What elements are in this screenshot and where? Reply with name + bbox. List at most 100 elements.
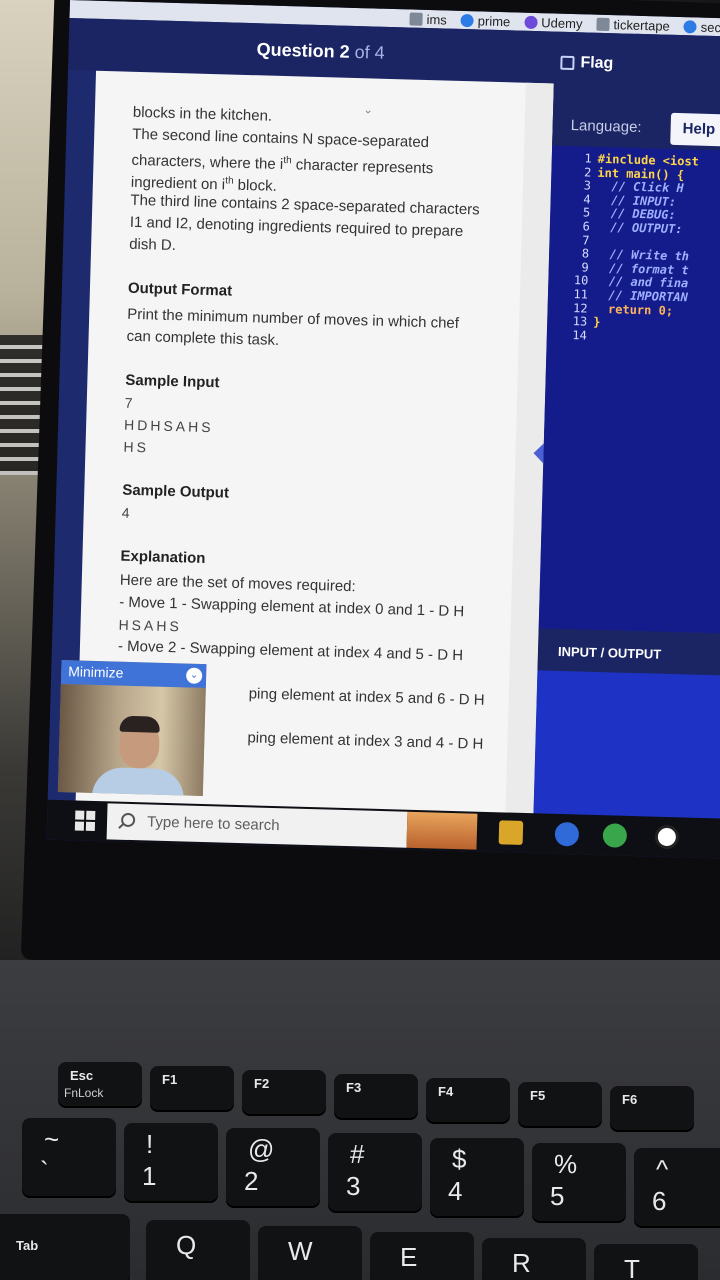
key-t[interactable]: T (594, 1244, 698, 1280)
chrome-icon[interactable] (602, 823, 628, 848)
key-tab[interactable]: Tab (0, 1214, 130, 1280)
key-5[interactable]: % 5 (532, 1143, 626, 1223)
collapse-panel-arrow-icon[interactable] (533, 443, 544, 464)
key-label: F3 (346, 1080, 362, 1095)
app-icon[interactable] (554, 821, 580, 847)
key-2[interactable]: @2 (226, 1128, 320, 1208)
bookmark-udemy[interactable]: Udemy (524, 14, 583, 31)
key-f3[interactable]: F3 (334, 1074, 418, 1120)
bookmark-second[interactable]: second (683, 19, 720, 35)
flag-checkbox[interactable] (560, 55, 575, 71)
key-f6[interactable]: F6 (610, 1086, 694, 1132)
explanation-move: ping element at index 5 and 6 - D H (248, 685, 485, 709)
line-number: 2 (583, 165, 592, 180)
sample-output-heading: Sample Output (122, 481, 230, 502)
key-label: W (288, 1236, 313, 1266)
line-number: 1 (584, 151, 592, 166)
key-shift-label: ! (146, 1129, 154, 1159)
line-number: 3 (583, 178, 592, 193)
key-label: 3 (346, 1171, 361, 1201)
key-`[interactable]: ~ ` (22, 1118, 116, 1198)
browser-icon[interactable] (654, 824, 680, 850)
sample-input-line: HDHSAHS (123, 416, 214, 436)
key-label: Esc (70, 1068, 94, 1083)
sample-input-line: HS (123, 438, 150, 456)
search-icon (120, 812, 136, 828)
key-f2[interactable]: F2 (242, 1070, 326, 1116)
explanation-move: ping element at index 3 and 4 - D H (247, 729, 484, 753)
line-number: 8 (581, 246, 590, 261)
input-output-label: INPUT / OUTPUT (557, 643, 662, 662)
sample-input-heading: Sample Input (125, 371, 220, 392)
key-label: 2 (244, 1166, 259, 1196)
line-number: 4 (583, 192, 591, 207)
key-label: F4 (438, 1084, 454, 1099)
windows-start-icon[interactable] (74, 810, 96, 832)
key-esc[interactable]: Esc FnLock (58, 1062, 142, 1108)
key-q[interactable]: Q (146, 1220, 250, 1280)
prime-icon (460, 13, 474, 27)
webcam-video (57, 684, 206, 797)
key-shift-label: % (554, 1149, 578, 1179)
key-label: ` (40, 1156, 49, 1186)
bookmark-icon (683, 19, 697, 34)
line-number: 11 (573, 287, 589, 302)
flag-button[interactable]: Flag (560, 54, 614, 73)
key-f5[interactable]: F5 (518, 1082, 602, 1128)
line-number: 12 (572, 300, 588, 316)
key-shift-label: ^ (656, 1154, 669, 1184)
line-number: 7 (582, 232, 590, 248)
webcam-preview[interactable]: Minimize ⌄ (57, 660, 207, 797)
key-4[interactable]: $4 (430, 1138, 524, 1218)
bookmark-prime[interactable]: prime (460, 12, 511, 29)
key-r[interactable]: R (482, 1238, 586, 1280)
key-shift-label: @ (248, 1134, 275, 1164)
line-number: 6 (582, 219, 591, 234)
key-label: 5 (550, 1181, 565, 1211)
person-hair (119, 715, 161, 733)
key-3[interactable]: #3 (328, 1133, 422, 1213)
key-label: T (624, 1254, 640, 1280)
key-label: Q (176, 1230, 197, 1260)
key-w[interactable]: W (258, 1226, 362, 1280)
key-label: F5 (530, 1088, 546, 1103)
bookmark-ims[interactable]: ims (409, 11, 447, 27)
code-area[interactable]: #include <iost int main() { // Click H //… (593, 152, 720, 347)
search-highlight-image (406, 811, 478, 850)
key-shift-label: # (350, 1139, 365, 1169)
file-explorer-icon[interactable] (498, 820, 524, 845)
chevron-down-icon[interactable]: ⌄ (185, 667, 203, 684)
line-number: 14 (572, 327, 588, 343)
line-number: 9 (581, 260, 589, 275)
photo-stage: ims prime Udemy tickertape second Questi… (0, 0, 720, 1280)
editor-toolbar: Language: Help (552, 83, 720, 151)
line-number: 10 (573, 273, 589, 288)
bookmark-tickertape[interactable]: tickertape (596, 16, 670, 33)
key-label: F1 (162, 1072, 178, 1087)
line-number: 13 (572, 314, 588, 329)
key-6[interactable]: ^ 6 (634, 1148, 720, 1228)
explanation-heading: Explanation (120, 547, 206, 567)
explanation-move: HSAHS (118, 616, 183, 635)
help-button[interactable]: Help (670, 112, 720, 148)
udemy-icon (524, 15, 538, 29)
line-number: 5 (582, 205, 591, 220)
key-label: R (512, 1248, 531, 1278)
key-shift-label: ~ (44, 1124, 60, 1154)
key-label: 4 (448, 1176, 463, 1206)
key-label: F6 (622, 1092, 638, 1107)
taskbar-search-box[interactable]: Type here to search (106, 803, 408, 848)
key-f4[interactable]: F4 (426, 1078, 510, 1124)
key-e[interactable]: E (370, 1232, 474, 1280)
output-format-heading: Output Format (127, 279, 233, 300)
input-output-panel[interactable] (533, 670, 720, 826)
code-editor[interactable]: Language: Help 1 2 3 4 5 6 7 8 9 10 11 12 13 14 #incl… (538, 83, 720, 634)
sample-output-value: 4 (121, 504, 133, 521)
key-f1[interactable]: F1 (150, 1066, 234, 1112)
globe-icon (409, 11, 423, 26)
input-output-tab[interactable]: INPUT / OUTPUT (537, 628, 720, 676)
tickertape-icon (596, 17, 610, 31)
key-1[interactable]: ! 1 (124, 1123, 218, 1203)
sample-input-line: 7 (124, 394, 136, 411)
